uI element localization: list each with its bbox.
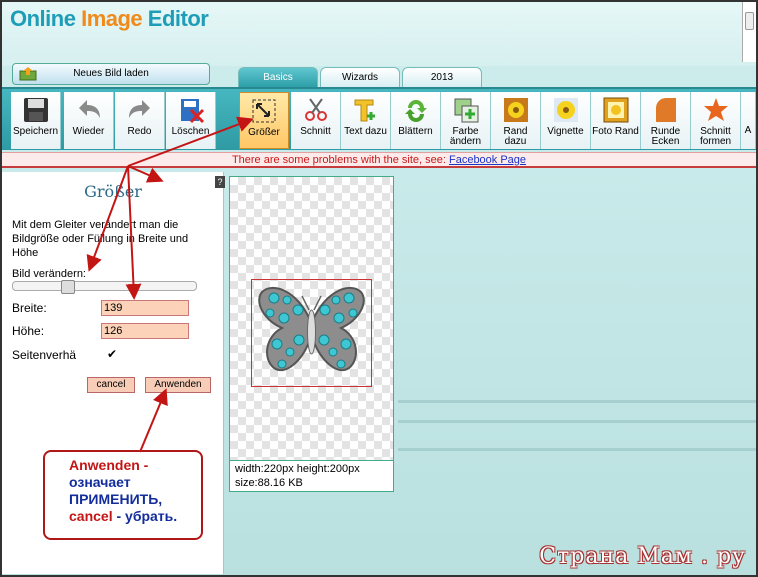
cancel-button[interactable]: cancel (87, 377, 135, 393)
logo-word-3: Editor (147, 6, 209, 31)
frame-icon (503, 98, 528, 122)
width-input[interactable]: 139 (101, 300, 189, 316)
save-label: Speichern (12, 126, 59, 137)
photo-frame-icon (603, 97, 628, 123)
text-icon (354, 99, 375, 122)
tab-basics[interactable]: Basics (238, 67, 318, 87)
vignette-label: Vignette (547, 126, 584, 137)
redo-icon (128, 100, 150, 118)
undo-icon (78, 100, 100, 118)
load-image-label: Neues Bild laden (73, 68, 149, 79)
tab-wizards[interactable]: Wizards (320, 67, 400, 87)
background-stripe (398, 420, 756, 423)
toolbar: Speichern Wieder Redo Löschen Größer Sch… (2, 87, 756, 150)
slider-knob[interactable] (60, 280, 75, 294)
image-filesize: size:88.16 KB (235, 477, 303, 489)
rotate-label: Blättern (398, 126, 433, 137)
save-icon (23, 98, 48, 122)
image-dimensions: width:220px height:200px (235, 463, 360, 475)
watermark: Страна Мам . ру (539, 544, 746, 569)
height-input[interactable]: 126 (101, 323, 189, 339)
notice-text: There are some problems with the site, s… (231, 154, 449, 166)
help-icon[interactable]: ? (215, 176, 225, 188)
page-scrollbar[interactable] (742, 2, 756, 62)
load-image-icon (19, 67, 37, 81)
resize-button[interactable]: Größer (239, 92, 289, 149)
annotation-line-3: ПРИМЕНИТЬ, (69, 491, 163, 507)
panel-description: Mit dem Gleiter verändert man die Bildgr… (12, 219, 189, 259)
size-slider[interactable] (12, 280, 197, 294)
save-button[interactable]: Speichern (11, 92, 61, 149)
delete-icon (180, 99, 204, 124)
rotate-icon (404, 100, 427, 122)
round-corners-label: Runde Ecken (650, 126, 681, 147)
delete-button[interactable]: Löschen (166, 92, 216, 149)
delete-label: Löschen (171, 126, 210, 137)
app-logo: Online Image Editor (10, 6, 209, 32)
background-stripe (398, 400, 756, 403)
header: Online Image Editor (2, 2, 756, 66)
vignette-icon (553, 98, 578, 122)
add-text-label: Text dazu (344, 126, 387, 137)
photo-frame-label: Foto Rand (592, 126, 639, 137)
aspect-ratio-checkbox[interactable]: ✔ (106, 348, 118, 361)
shape-cut-button[interactable]: Schnitt formen (691, 92, 741, 149)
slider-label: Bild verändern: (12, 268, 86, 280)
scissors-icon (304, 98, 327, 121)
change-color-button[interactable]: Farbe ändern (441, 92, 491, 149)
change-color-label: Farbe ändern (449, 126, 482, 147)
add-border-button[interactable]: Rand dazu (491, 92, 541, 149)
crop-button[interactable]: Schnitt (291, 92, 341, 149)
round-corners-button[interactable]: Runde Ecken (641, 92, 691, 149)
selection-rectangle (251, 279, 372, 387)
color-icon (454, 98, 478, 123)
more-tools-button[interactable]: A (741, 92, 756, 149)
width-label: Breite: (12, 301, 47, 315)
tab-bar: Basics Wizards 2013 (238, 67, 482, 87)
undo-button[interactable]: Wieder (64, 92, 114, 149)
butterfly-image (258, 287, 365, 371)
shape-cut-label: Schnitt formen (699, 126, 732, 147)
resize-icon (252, 99, 276, 123)
apply-button[interactable]: Anwenden (145, 377, 211, 393)
add-text-button[interactable]: Text dazu (341, 92, 391, 149)
facebook-link[interactable]: Facebook Page (449, 154, 526, 166)
annotation-remove-text: - убрать. (112, 508, 178, 524)
undo-label: Wieder (72, 126, 105, 137)
crop-label: Schnitt (300, 126, 331, 137)
image-info: width:220px height:200px size:88.16 KB (229, 461, 394, 492)
scrollbar-thumb[interactable] (745, 12, 754, 30)
tab-2013[interactable]: 2013 (402, 67, 482, 87)
rotate-button[interactable]: Blättern (391, 92, 441, 149)
annotation-cancel-word: cancel (69, 508, 113, 524)
panel-title: Größer (84, 182, 142, 201)
annotation-line-1: Anwenden - (69, 457, 149, 473)
add-border-label: Rand dazu (503, 126, 528, 147)
round-corners-icon (655, 98, 676, 122)
shape-cut-icon (703, 98, 728, 121)
redo-label: Redo (127, 126, 152, 137)
aspect-ratio-label: Seitenverhä (12, 348, 77, 362)
logo-word-2: Image (81, 6, 143, 31)
photo-frame-button[interactable]: Foto Rand (591, 92, 641, 149)
annotation-box: Anwenden - означает ПРИМЕНИТЬ, cancel - … (43, 450, 203, 540)
site-notice: There are some problems with the site, s… (2, 152, 756, 168)
height-label: Höhe: (12, 324, 45, 338)
redo-button[interactable]: Redo (115, 92, 165, 149)
vignette-button[interactable]: Vignette (541, 92, 591, 149)
background-stripe (398, 448, 756, 451)
logo-word-1: Online (10, 6, 76, 31)
resize-label: Größer (248, 127, 280, 138)
image-preview[interactable] (229, 176, 394, 461)
annotation-line-2: означает (69, 474, 131, 490)
load-image-button[interactable]: Neues Bild laden (12, 63, 210, 85)
more-tools-label: A (744, 125, 752, 136)
